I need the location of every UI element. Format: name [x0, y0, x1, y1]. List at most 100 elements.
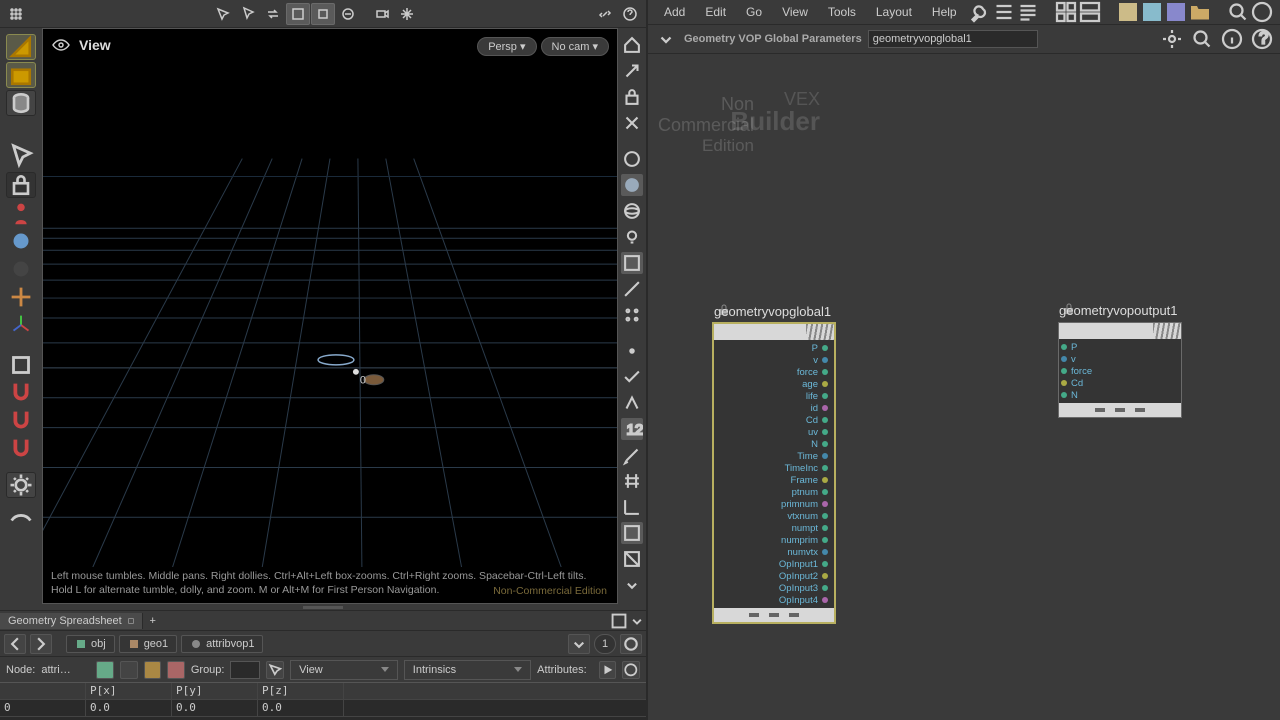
tool-bevel[interactable] — [6, 34, 36, 60]
col-pz[interactable]: P[z] — [258, 683, 344, 699]
help-icon[interactable] — [622, 661, 640, 679]
swap-icon[interactable] — [261, 3, 285, 25]
output-port[interactable]: life — [716, 390, 828, 402]
disp-lock-icon[interactable] — [621, 86, 643, 108]
tab-geometry-spreadsheet[interactable]: Geometry Spreadsheet — [0, 613, 143, 629]
disp-dot-icon[interactable] — [621, 340, 643, 362]
pin-toggle[interactable]: 1 — [594, 634, 616, 654]
output-port[interactable]: v — [716, 354, 828, 366]
crumb-attribvop1[interactable]: attribvop1 — [181, 635, 263, 653]
output-port[interactable]: vtxnum — [716, 510, 828, 522]
shaded-icon[interactable] — [286, 3, 310, 25]
menu-tools[interactable]: Tools — [818, 2, 866, 22]
folder-icon[interactable] — [1188, 2, 1212, 22]
nav-back[interactable] — [4, 634, 26, 654]
node-header[interactable] — [714, 324, 834, 340]
info-icon[interactable] — [1220, 29, 1244, 49]
output-port[interactable]: OpInput4 — [716, 594, 828, 606]
menu-layout[interactable]: Layout — [866, 2, 922, 22]
tool-spark[interactable] — [6, 284, 36, 310]
output-port[interactable]: numpt — [716, 522, 828, 534]
tab-add[interactable]: + — [143, 615, 163, 627]
disp-down-icon[interactable] — [621, 574, 643, 596]
menu-view[interactable]: View — [772, 2, 818, 22]
minus-circle-icon[interactable] — [336, 3, 360, 25]
help3-icon[interactable]: ? — [1250, 29, 1274, 49]
select-arrow-icon[interactable] — [236, 3, 260, 25]
help2-icon[interactable] — [1250, 2, 1274, 22]
tool-magnet1[interactable] — [6, 380, 36, 406]
tool-sphere[interactable] — [6, 228, 36, 254]
sparkle-icon[interactable] — [395, 3, 419, 25]
group-field[interactable] — [230, 661, 260, 679]
spreadsheet-grid[interactable]: P[x] P[y] P[z] 0 0.0 0.0 0.0 — [0, 682, 646, 720]
tool-gold[interactable] — [6, 62, 36, 88]
tool-magnet3[interactable] — [6, 436, 36, 462]
disp-arrow-icon[interactable] — [621, 60, 643, 82]
level-points-icon[interactable] — [96, 661, 114, 679]
tool-arc[interactable] — [6, 500, 36, 526]
output-port[interactable]: N — [716, 438, 828, 450]
grid-icon[interactable] — [4, 3, 28, 25]
disp-brush-icon[interactable] — [621, 444, 643, 466]
disp-x-icon[interactable] — [621, 112, 643, 134]
col-px[interactable]: P[x] — [86, 683, 172, 699]
disp-pick-icon[interactable] — [621, 392, 643, 414]
search-icon[interactable] — [1226, 2, 1250, 22]
group-pick-icon[interactable] — [266, 661, 284, 679]
menu-go[interactable]: Go — [736, 2, 772, 22]
crumb-geo1[interactable]: geo1 — [119, 635, 177, 653]
level-detail-icon[interactable] — [167, 661, 185, 679]
output-port[interactable]: primnum — [716, 498, 828, 510]
level-verts-icon[interactable] — [120, 661, 138, 679]
disp-bulb-icon[interactable] — [621, 226, 643, 248]
table-row[interactable]: 0 0.0 0.0 0.0 — [0, 700, 646, 717]
disp-tex-icon[interactable] — [621, 252, 643, 274]
camera-dropdown[interactable]: No cam ▾ — [541, 37, 609, 56]
maximize-icon[interactable] — [610, 613, 628, 629]
input-port[interactable]: P — [1061, 341, 1175, 353]
disp-check-icon[interactable] — [621, 366, 643, 388]
node-geometryvopoutput1[interactable]: geometryvopoutput1 PvforceCdN — [1058, 322, 1182, 418]
view-dropdown[interactable]: View — [290, 660, 398, 680]
camera-icon[interactable] — [370, 3, 394, 25]
sticky-icon[interactable] — [1140, 2, 1164, 22]
tool-magnet2[interactable] — [6, 408, 36, 434]
col-py[interactable]: P[y] — [172, 683, 258, 699]
tool-person[interactable] — [6, 200, 36, 226]
tool-gear[interactable] — [6, 472, 36, 498]
tool-constraint[interactable] — [6, 352, 36, 378]
input-port[interactable]: force — [1061, 365, 1175, 377]
intrinsics-dropdown[interactable]: Intrinsics — [404, 660, 531, 680]
cursor-icon[interactable] — [211, 3, 235, 25]
menu-help[interactable]: Help — [922, 2, 967, 22]
node-footer[interactable] — [1059, 403, 1181, 417]
disp-line-icon[interactable] — [621, 278, 643, 300]
text-icon[interactable] — [1016, 2, 1040, 22]
disp-sphere-icon[interactable] — [621, 148, 643, 170]
output-port[interactable]: id — [716, 402, 828, 414]
disp-last-icon[interactable] — [621, 522, 643, 544]
level-prims-icon[interactable] — [144, 661, 162, 679]
image-icon[interactable] — [1164, 2, 1188, 22]
persp-dropdown[interactable]: Persp ▾ — [477, 37, 536, 56]
search2-icon[interactable] — [1190, 29, 1214, 49]
frame-icon[interactable] — [311, 3, 335, 25]
output-port[interactable]: uv — [716, 426, 828, 438]
tool-lock[interactable] — [6, 172, 36, 198]
crumb-obj[interactable]: obj — [66, 635, 115, 653]
disp-home-icon[interactable] — [621, 34, 643, 56]
visibility-dd-icon[interactable] — [654, 29, 678, 49]
help-icon[interactable] — [618, 3, 642, 25]
wrench-icon[interactable] — [968, 2, 992, 22]
list-icon[interactable] — [992, 2, 1016, 22]
output-port[interactable]: Frame — [716, 474, 828, 486]
disp-num-icon[interactable]: 12 — [621, 418, 643, 440]
node-footer[interactable] — [714, 608, 834, 622]
tool-cylinder[interactable] — [6, 90, 36, 116]
input-port[interactable]: Cd — [1061, 377, 1175, 389]
input-port[interactable]: N — [1061, 389, 1175, 401]
tool-select[interactable] — [6, 144, 36, 170]
node-header[interactable] — [1059, 323, 1181, 339]
play-icon[interactable] — [599, 661, 617, 679]
